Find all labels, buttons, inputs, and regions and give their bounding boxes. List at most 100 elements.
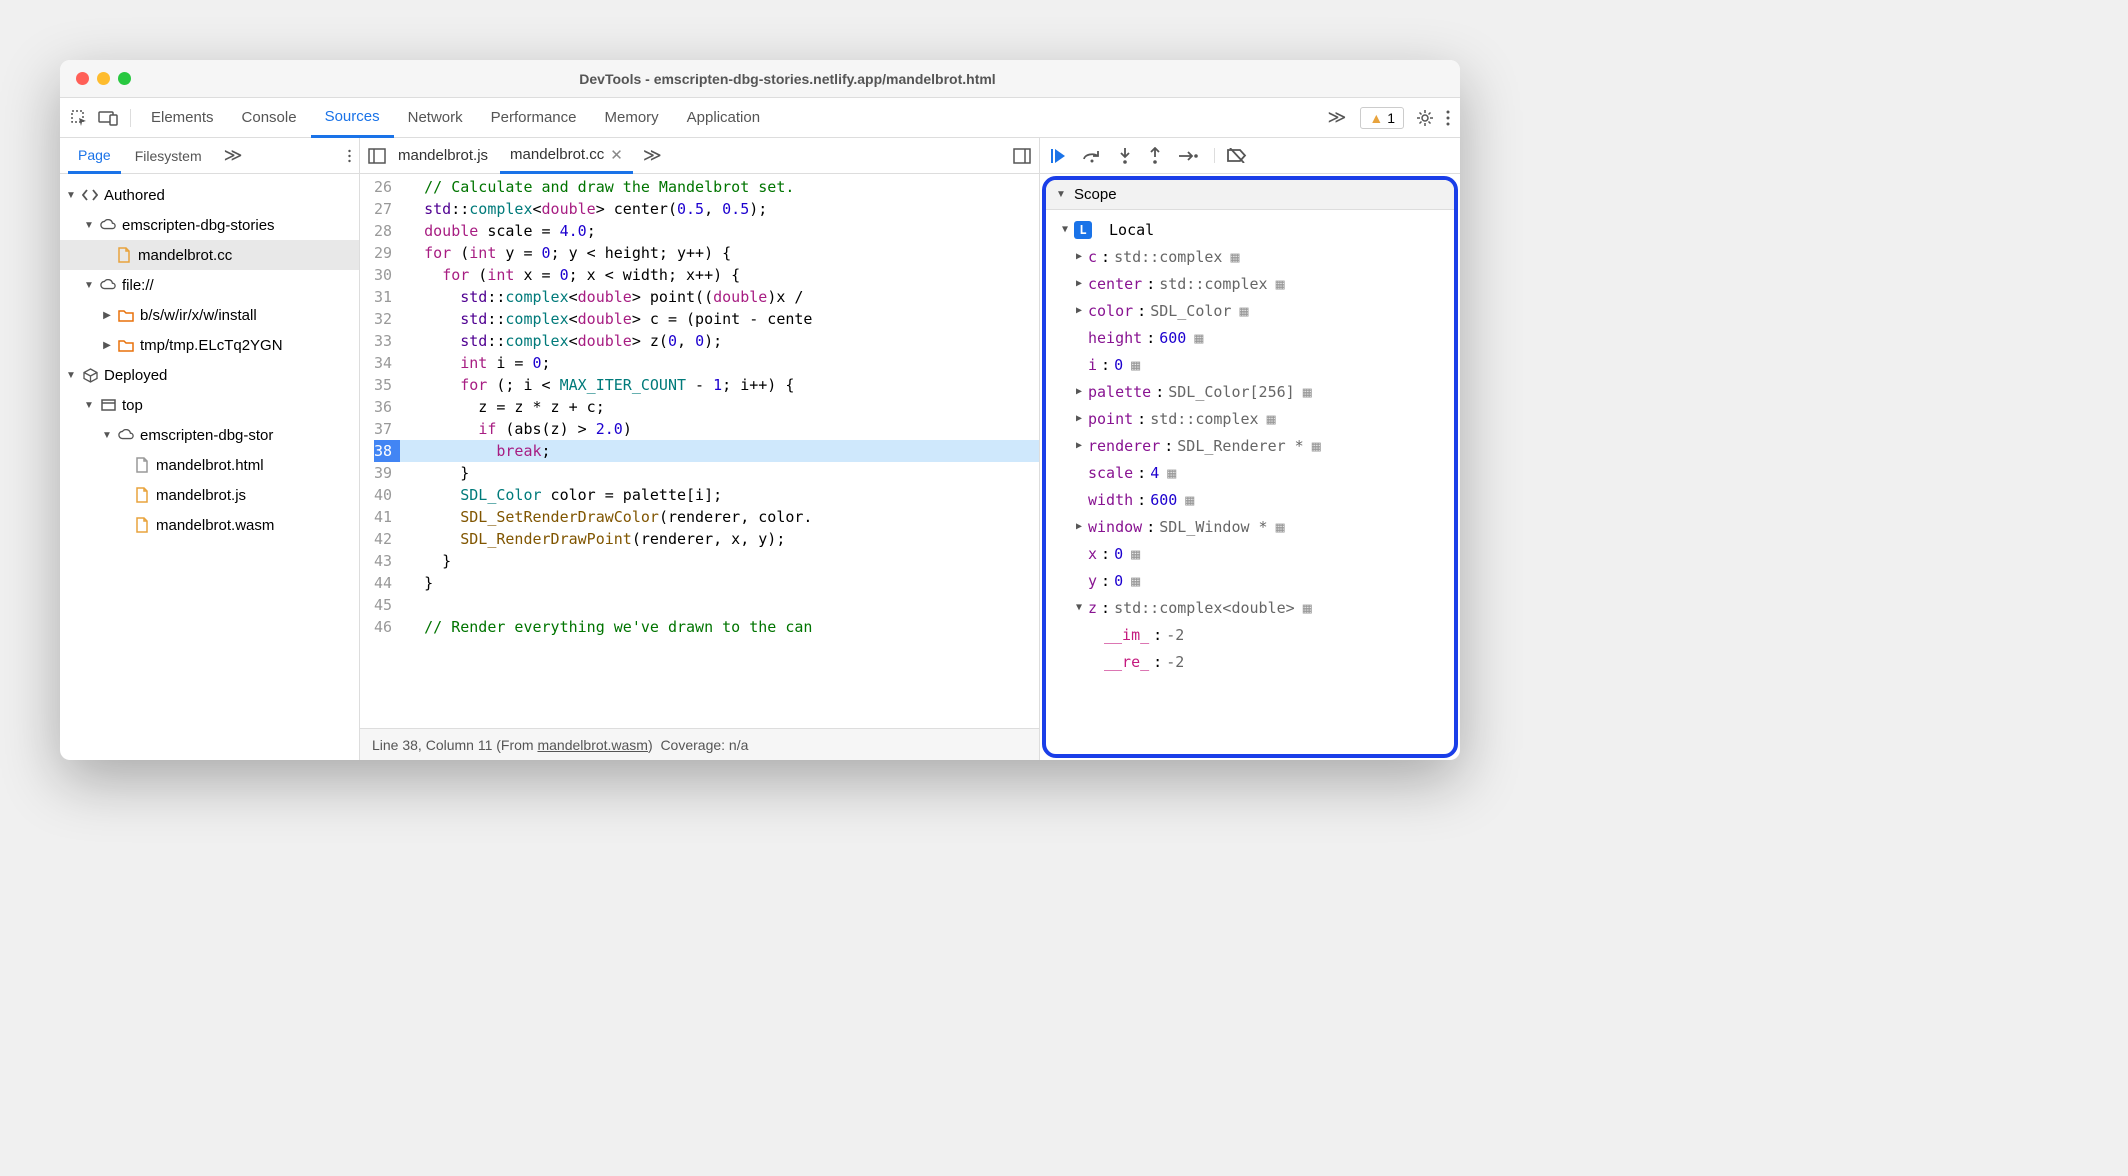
line-gutter[interactable]: 2627282930313233343536373839404142434445… xyxy=(360,174,400,728)
memory-icon[interactable]: ▦ xyxy=(1167,464,1176,482)
wasm-link[interactable]: mandelbrot.wasm xyxy=(537,737,648,753)
device-toolbar-icon[interactable] xyxy=(98,110,118,126)
scope-var-height[interactable]: height: 600▦ xyxy=(1054,324,1446,351)
code-line[interactable]: SDL_Color color = palette[i]; xyxy=(400,484,1039,506)
code-content[interactable]: // Calculate and draw the Mandelbrot set… xyxy=(400,174,1039,728)
inspect-icon[interactable] xyxy=(70,109,88,127)
editor-more-icon[interactable]: ≫ xyxy=(635,145,670,166)
memory-icon[interactable]: ▦ xyxy=(1239,302,1248,320)
tree-folder-tmp[interactable]: ▶tmp/tmp.ELcTq2YGN xyxy=(60,330,359,360)
panel-tab-performance[interactable]: Performance xyxy=(477,98,591,138)
kebab-menu-icon[interactable] xyxy=(1446,109,1450,127)
nav-kebab-icon[interactable] xyxy=(348,149,351,163)
code-line[interactable]: SDL_SetRenderDrawColor(renderer, color. xyxy=(400,506,1039,528)
scope-var-color[interactable]: ▶color: SDL_Color▦ xyxy=(1054,297,1446,324)
panel-tab-console[interactable]: Console xyxy=(228,98,311,138)
memory-icon[interactable]: ▦ xyxy=(1276,275,1285,293)
nav-more-icon[interactable]: ≫ xyxy=(216,145,251,166)
memory-icon[interactable]: ▦ xyxy=(1230,248,1239,266)
nav-tab-page[interactable]: Page xyxy=(68,138,121,174)
tree-js[interactable]: mandelbrot.js xyxy=(60,480,359,510)
scope-var-z-im[interactable]: __im_: -2 xyxy=(1054,621,1446,648)
tree-mandelbrot-cc[interactable]: mandelbrot.cc xyxy=(60,240,359,270)
code-line[interactable]: for (; i < MAX_ITER_COUNT - 1; i++) { xyxy=(400,374,1039,396)
tree-authored[interactable]: ▼Authored xyxy=(60,180,359,210)
close-window[interactable] xyxy=(76,72,89,85)
toggle-navigator-icon[interactable] xyxy=(368,148,386,164)
scope-var-width[interactable]: width: 600▦ xyxy=(1054,486,1446,513)
code-line[interactable]: // Render everything we've drawn to the … xyxy=(400,616,1039,638)
step-out-icon[interactable] xyxy=(1148,147,1162,165)
code-line[interactable]: std::complex<double> z(0, 0); xyxy=(400,330,1039,352)
code-line[interactable]: std::complex<double> center(0.5, 0.5); xyxy=(400,198,1039,220)
tree-folder-install[interactable]: ▶b/s/w/ir/x/w/install xyxy=(60,300,359,330)
code-line[interactable]: if (abs(z) > 2.0) xyxy=(400,418,1039,440)
scope-var-i[interactable]: i: 0▦ xyxy=(1054,351,1446,378)
code-line[interactable]: double scale = 4.0; xyxy=(400,220,1039,242)
memory-icon[interactable]: ▦ xyxy=(1131,356,1140,374)
nav-tab-filesystem[interactable]: Filesystem xyxy=(125,138,212,174)
code-line[interactable]: std::complex<double> c = (point - cente xyxy=(400,308,1039,330)
panel-tab-memory[interactable]: Memory xyxy=(591,98,673,138)
scope-var-scale[interactable]: scale: 4▦ xyxy=(1054,459,1446,486)
code-line[interactable]: } xyxy=(400,550,1039,572)
scope-var-y[interactable]: y: 0▦ xyxy=(1054,567,1446,594)
maximize-window[interactable] xyxy=(118,72,131,85)
code-line[interactable]: } xyxy=(400,462,1039,484)
scope-var-palette[interactable]: ▶palette: SDL_Color[256]▦ xyxy=(1054,378,1446,405)
code-line[interactable]: // Calculate and draw the Mandelbrot set… xyxy=(400,176,1039,198)
close-tab-icon[interactable]: ✕ xyxy=(610,146,623,164)
scope-var-window[interactable]: ▶window: SDL_Window *▦ xyxy=(1054,513,1446,540)
scope-local[interactable]: ▼L Local xyxy=(1054,216,1446,243)
scope-var-x[interactable]: x: 0▦ xyxy=(1054,540,1446,567)
tree-html[interactable]: mandelbrot.html xyxy=(60,450,359,480)
resume-icon[interactable] xyxy=(1050,148,1066,164)
more-tabs-icon[interactable]: ≫ xyxy=(1320,107,1355,128)
step-over-icon[interactable] xyxy=(1082,149,1102,163)
code-line[interactable]: z = z * z + c; xyxy=(400,396,1039,418)
editor-tab-js[interactable]: mandelbrot.js xyxy=(388,138,498,174)
code-line[interactable]: int i = 0; xyxy=(400,352,1039,374)
deactivate-breakpoints-icon[interactable] xyxy=(1214,148,1247,163)
tree-deployed[interactable]: ▼Deployed xyxy=(60,360,359,390)
memory-icon[interactable]: ▦ xyxy=(1303,383,1312,401)
editor-tab-cc[interactable]: mandelbrot.cc✕ xyxy=(500,138,633,174)
memory-icon[interactable]: ▦ xyxy=(1131,545,1140,563)
memory-icon[interactable]: ▦ xyxy=(1303,599,1312,617)
settings-icon[interactable] xyxy=(1416,109,1434,127)
code-line[interactable]: break; xyxy=(400,440,1039,462)
code-line[interactable]: } xyxy=(400,572,1039,594)
tree-domain2[interactable]: ▼emscripten-dbg-stor xyxy=(60,420,359,450)
warnings-badge[interactable]: ▲1 xyxy=(1360,107,1404,129)
panel-tab-application[interactable]: Application xyxy=(673,98,774,138)
memory-icon[interactable]: ▦ xyxy=(1276,518,1285,536)
code-line[interactable]: for (int y = 0; y < height; y++) { xyxy=(400,242,1039,264)
memory-icon[interactable]: ▦ xyxy=(1267,410,1276,428)
toggle-debugger-icon[interactable] xyxy=(1013,148,1031,164)
step-icon[interactable] xyxy=(1178,151,1198,161)
scope-var-point[interactable]: ▶point: std::complex▦ xyxy=(1054,405,1446,432)
tree-file-scheme[interactable]: ▼file:// xyxy=(60,270,359,300)
code-line[interactable]: SDL_RenderDrawPoint(renderer, x, y); xyxy=(400,528,1039,550)
scope-var-renderer[interactable]: ▶renderer: SDL_Renderer *▦ xyxy=(1054,432,1446,459)
tree-wasm[interactable]: mandelbrot.wasm xyxy=(60,510,359,540)
tree-domain[interactable]: ▼emscripten-dbg-stories xyxy=(60,210,359,240)
memory-icon[interactable]: ▦ xyxy=(1194,329,1203,347)
code-line[interactable] xyxy=(400,594,1039,616)
memory-icon[interactable]: ▦ xyxy=(1131,572,1140,590)
code-editor[interactable]: 2627282930313233343536373839404142434445… xyxy=(360,174,1039,728)
tree-top[interactable]: ▼top xyxy=(60,390,359,420)
memory-icon[interactable]: ▦ xyxy=(1312,437,1321,455)
scope-var-z[interactable]: ▼z: std::complex<double>▦ xyxy=(1054,594,1446,621)
panel-tab-elements[interactable]: Elements xyxy=(137,98,228,138)
scope-header[interactable]: ▼Scope xyxy=(1046,180,1454,210)
memory-icon[interactable]: ▦ xyxy=(1185,491,1194,509)
scope-var-z-re[interactable]: __re_: -2 xyxy=(1054,648,1446,675)
scope-var-c[interactable]: ▶c: std::complex▦ xyxy=(1054,243,1446,270)
code-line[interactable]: for (int x = 0; x < width; x++) { xyxy=(400,264,1039,286)
scope-var-center[interactable]: ▶center: std::complex▦ xyxy=(1054,270,1446,297)
minimize-window[interactable] xyxy=(97,72,110,85)
panel-tab-sources[interactable]: Sources xyxy=(311,98,394,138)
step-into-icon[interactable] xyxy=(1118,147,1132,165)
code-line[interactable]: std::complex<double> point((double)x / xyxy=(400,286,1039,308)
